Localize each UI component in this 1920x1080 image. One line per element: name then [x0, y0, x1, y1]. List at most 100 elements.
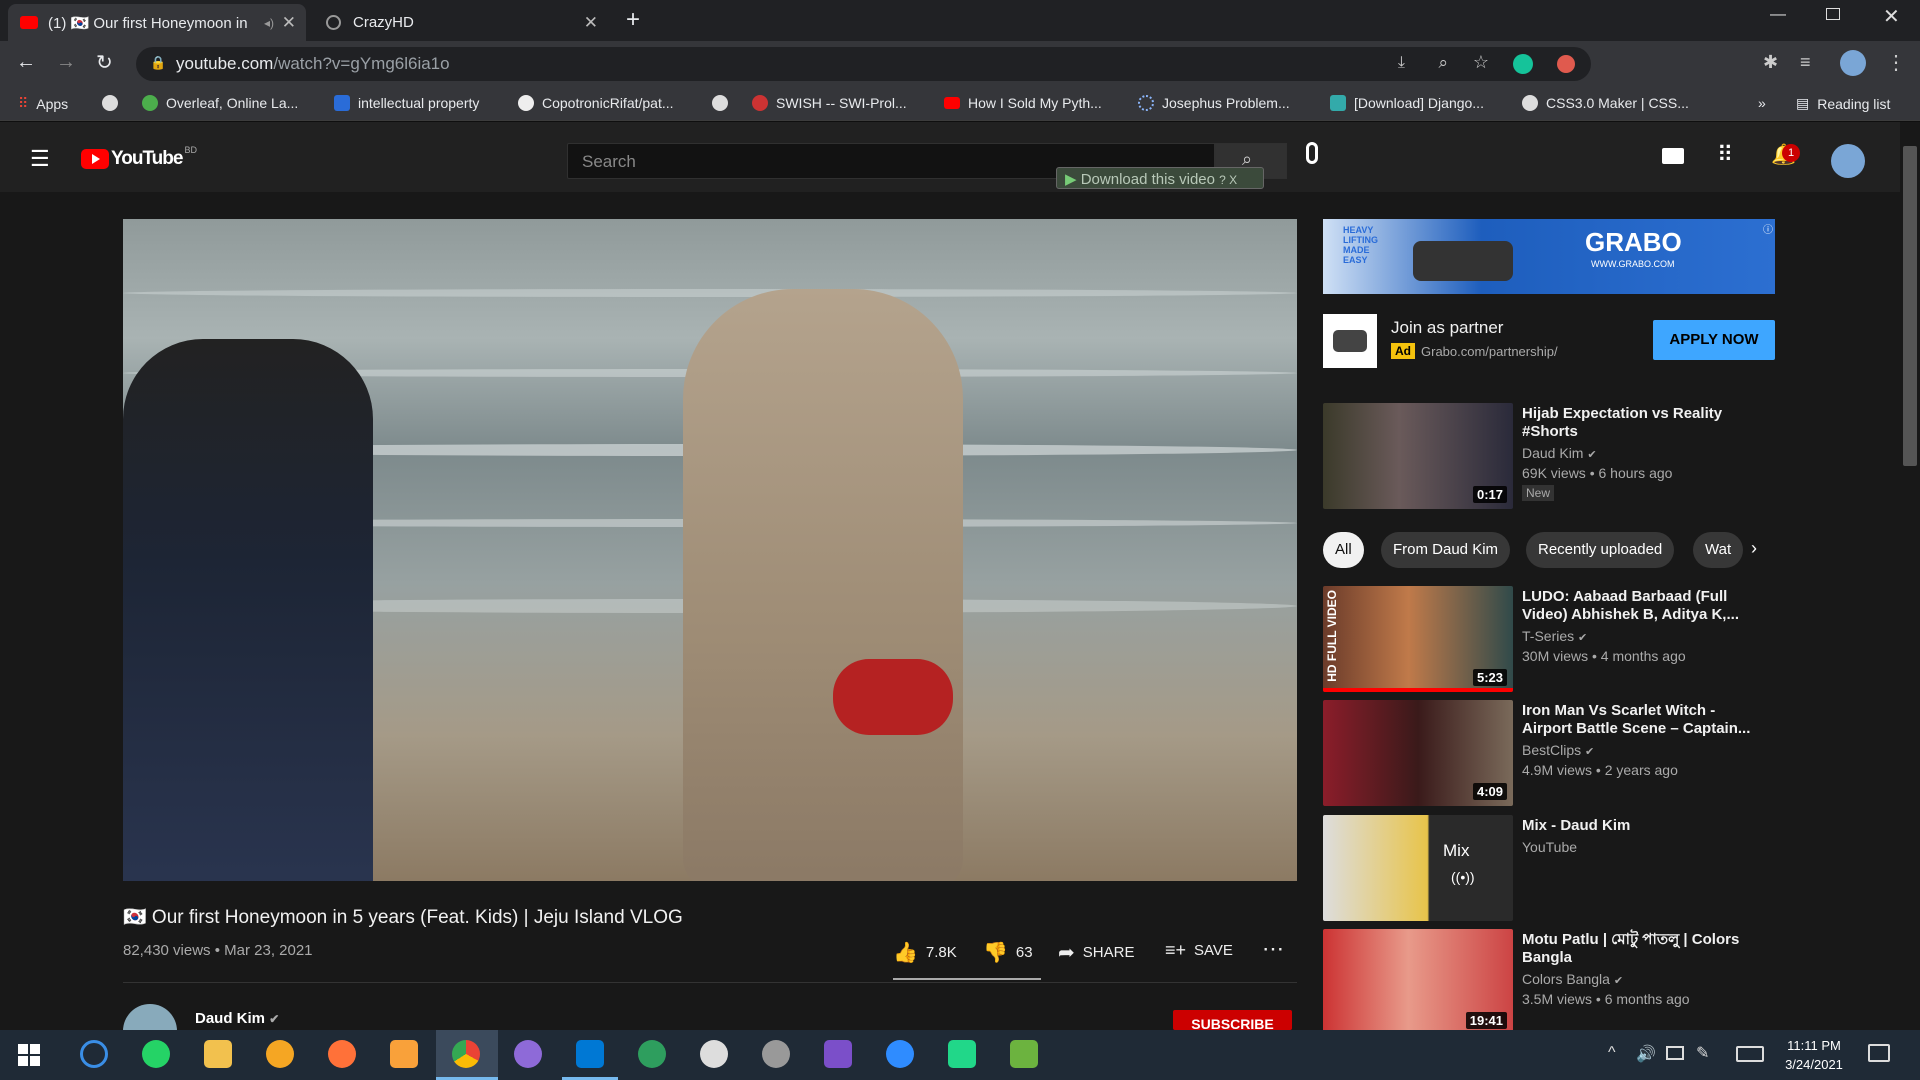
ad-logo[interactable]	[1323, 314, 1377, 368]
channel-name[interactable]: BestClips ✔	[1522, 742, 1594, 758]
save-button[interactable]: ≡+ SAVE	[1165, 940, 1233, 961]
bookmarks-overflow[interactable]: »	[1758, 95, 1766, 111]
mute-icon[interactable]: ◂)	[264, 16, 274, 30]
mix-thumbnail[interactable]: Mix ((•))	[1323, 815, 1513, 921]
channel-name[interactable]: T-Series ✔	[1522, 628, 1587, 644]
close-tab-icon[interactable]: ✕	[282, 13, 296, 33]
video-title[interactable]: Hijab Expectation vs Reality #Shorts	[1522, 405, 1767, 441]
address-bar[interactable]: 🔒 youtube.com/watch?v=gYmg6l6ia1o ⤓ ⌕ ☆	[136, 47, 1591, 81]
satellite-icon[interactable]	[762, 1040, 790, 1068]
windows-start-icon[interactable]	[18, 1044, 40, 1066]
vscode-icon[interactable]	[576, 1040, 604, 1068]
apps-grid-icon[interactable]: ⠿	[1717, 142, 1733, 168]
bookmark-youtube[interactable]: How I Sold My Pyth...	[944, 95, 1102, 111]
notification-center-icon[interactable]	[1868, 1044, 1890, 1062]
video-player[interactable]	[123, 219, 1297, 881]
bookmark-github[interactable]: CopotronicRifat/pat...	[518, 95, 674, 111]
grammarly-icon[interactable]	[1513, 54, 1533, 74]
whatsapp-icon[interactable]	[142, 1040, 170, 1068]
bookmark-overleaf[interactable]: Overleaf, Online La...	[142, 95, 298, 111]
bookmark-css[interactable]: CSS3.0 Maker | CSS...	[1522, 95, 1689, 111]
pen-icon[interactable]: ✎	[1696, 1043, 1709, 1063]
new-tab-button[interactable]: +	[626, 6, 640, 34]
forward-arrow-icon[interactable]: →	[56, 51, 76, 74]
firefox-icon[interactable]	[328, 1040, 356, 1068]
reload-icon[interactable]: ↻	[96, 50, 113, 75]
scrollbar-thumb[interactable]	[1903, 146, 1917, 466]
close-window-button[interactable]: ✕	[1883, 4, 1900, 29]
recommended-mix[interactable]: Mix ((•)) Mix - Daud Kim YouTube	[1323, 815, 1776, 923]
pycharm-icon[interactable]	[948, 1040, 976, 1068]
microphone-icon[interactable]	[1306, 142, 1318, 164]
more-options-icon[interactable]: ⋯	[1262, 936, 1284, 962]
channel-name[interactable]: YouTube	[1522, 839, 1577, 855]
account-avatar[interactable]	[1831, 144, 1865, 178]
cortana-icon[interactable]	[80, 1040, 108, 1068]
video-title[interactable]: Iron Man Vs Scarlet Witch - Airport Batt…	[1522, 702, 1767, 738]
network-icon[interactable]	[1666, 1046, 1684, 1060]
notepad-icon[interactable]	[1010, 1040, 1038, 1068]
reading-list[interactable]: ▤ Reading list	[1796, 95, 1890, 112]
volume-icon[interactable]: 🔊	[1636, 1044, 1656, 1064]
ad-info-icon[interactable]: ⓘ	[1763, 221, 1773, 236]
tab-youtube[interactable]: (1) 🇰🇷 Our first Honeymoon in ◂) ✕	[8, 4, 306, 41]
taskbar-clock[interactable]: 11:11 PM 3/24/2021	[1780, 1036, 1848, 1074]
video-thumbnail[interactable]: 0:17	[1323, 403, 1513, 509]
messenger-icon[interactable]	[886, 1040, 914, 1068]
video-thumbnail[interactable]: 4:09	[1323, 700, 1513, 806]
map-app-icon[interactable]	[638, 1040, 666, 1068]
zoom-icon[interactable]: ⌕	[1438, 53, 1448, 73]
recommended-video[interactable]: 4:09 Iron Man Vs Scarlet Witch - Airport…	[1323, 700, 1776, 808]
video-title[interactable]: Mix - Daud Kim	[1522, 817, 1767, 835]
tab-crazyhd[interactable]: CrazyHD ✕	[314, 4, 608, 41]
back-arrow-icon[interactable]: ←	[16, 51, 36, 74]
video-title[interactable]: LUDO: Aabaad Barbaad (Full Video) Abhish…	[1522, 588, 1767, 624]
extension-icon[interactable]	[1557, 55, 1575, 73]
keyboard-icon[interactable]	[1736, 1046, 1764, 1062]
recommended-video[interactable]: 0:17 Hijab Expectation vs Reality #Short…	[1323, 403, 1776, 511]
vpn-icon[interactable]	[266, 1040, 294, 1068]
like-button[interactable]: 👍 7.8K	[893, 940, 957, 965]
subscribe-button[interactable]: SUBSCRIBE	[1173, 1010, 1292, 1030]
profile-avatar[interactable]	[1840, 50, 1866, 76]
bookmark-ip[interactable]: intellectual property	[334, 95, 479, 111]
bookmark-star-icon[interactable]: ☆	[1473, 52, 1489, 73]
video-title[interactable]: Motu Patlu | মোটু পাতলু | Colors Bangla	[1522, 931, 1767, 967]
close-tab-icon[interactable]: ✕	[584, 13, 598, 33]
bookmark-josephus[interactable]: Josephus Problem...	[1138, 95, 1290, 111]
chrome-icon[interactable]	[452, 1040, 480, 1068]
chip-watched[interactable]: Wat	[1693, 532, 1743, 568]
hamburger-menu-icon[interactable]: ☰	[30, 146, 50, 172]
channel-name[interactable]: Colors Bangla ✔	[1522, 971, 1623, 987]
chevron-right-icon[interactable]: ›	[1751, 538, 1757, 559]
recommended-video[interactable]: HD FULL VIDEO 5:23 LUDO: Aabaad Barbaad …	[1323, 586, 1776, 694]
extensions-puzzle-icon[interactable]: ✱	[1763, 52, 1778, 73]
page-scrollbar[interactable]	[1900, 122, 1920, 1030]
video-thumbnail[interactable]: HD FULL VIDEO 5:23	[1323, 586, 1513, 692]
chevron-up-icon[interactable]: ^	[1608, 1044, 1616, 1062]
visual-studio-icon[interactable]	[824, 1040, 852, 1068]
bookmark-django[interactable]: [Download] Django...	[1330, 95, 1484, 111]
share-button[interactable]: ➦ SHARE	[1058, 940, 1134, 965]
channel-name[interactable]: Daud Kim ✔	[1522, 445, 1597, 461]
recommended-video[interactable]: 19:41 Motu Patlu | মোটু পাতলু | Colors B…	[1323, 929, 1776, 1037]
ad-banner[interactable]: HEAVY LIFTING MADE EASY GRABO WWW.GRABO.…	[1323, 219, 1775, 294]
video-thumbnail[interactable]: 19:41	[1323, 929, 1513, 1035]
apply-now-button[interactable]: APPLY NOW	[1653, 320, 1775, 360]
youtube-logo[interactable]: YouTube BD	[81, 145, 197, 170]
bookmark-swish[interactable]: SWISH -- SWI-Prol...	[752, 95, 907, 111]
bookmark-apps[interactable]: ⠿ Apps	[18, 95, 68, 112]
channel-name[interactable]: Daud Kim ✔	[195, 1010, 279, 1027]
download-video-button[interactable]: ▶ Download this video ? X	[1056, 167, 1264, 189]
chip-recently-uploaded[interactable]: Recently uploaded	[1526, 532, 1675, 568]
restore-button[interactable]	[1826, 8, 1840, 20]
media-control-icon[interactable]: ≡	[1800, 52, 1811, 73]
github-desktop-icon[interactable]	[514, 1040, 542, 1068]
app-icon[interactable]	[390, 1040, 418, 1068]
install-icon[interactable]: ⤓	[1398, 54, 1405, 72]
file-explorer-icon[interactable]	[204, 1040, 232, 1068]
chrome-menu-icon[interactable]: ⋮	[1886, 50, 1906, 75]
dislike-button[interactable]: 👎 63	[983, 940, 1033, 965]
bookmark-globe2[interactable]	[712, 95, 728, 111]
parachute-icon[interactable]	[700, 1040, 728, 1068]
